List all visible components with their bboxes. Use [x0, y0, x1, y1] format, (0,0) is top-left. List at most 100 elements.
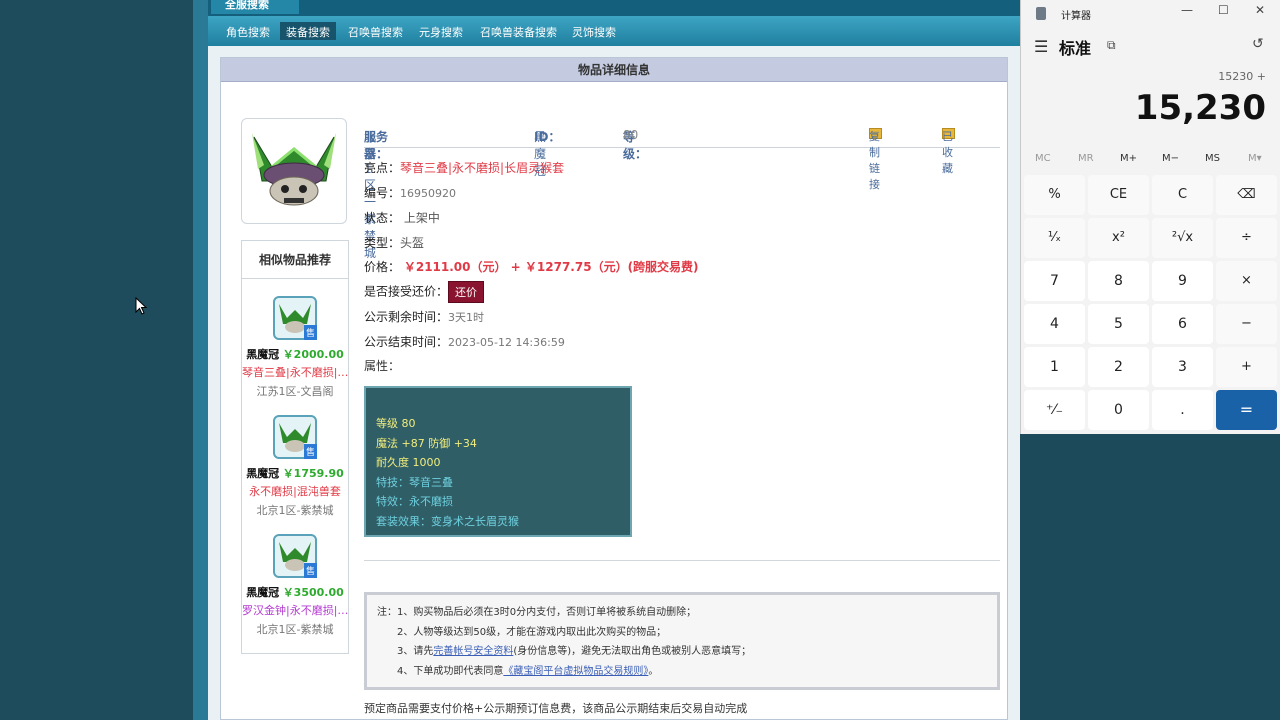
notice-line-1: 注：1、购买物品后必须在3时0分内支付，否则订单将被系统自动删除；: [377, 607, 697, 618]
price-row: 价格： ￥2111.00（元） + ￥1277.75（元）(跨服交易费): [364, 260, 699, 274]
mouse-cursor-icon: [135, 297, 147, 315]
number-row: 编号：16950920: [364, 186, 457, 200]
attr-set: 套装效果：变身术之长眉灵猴: [376, 514, 519, 528]
hamburger-menu-icon[interactable]: ☰: [1034, 37, 1048, 56]
search-nav: 角色搜索 装备搜索 召唤兽搜索 元身搜索 召唤兽装备搜索 灵饰搜索: [208, 16, 1020, 46]
footer-note: 预定商品需要支付价格+公示期预订信息费，该商品公示期结束后交易自动完成: [364, 702, 748, 715]
sqrt-button[interactable]: ²√x: [1152, 218, 1213, 258]
maximize-icon[interactable]: ☐: [1218, 3, 1229, 17]
add-button[interactable]: +: [1216, 347, 1277, 387]
helmet-icon: [252, 133, 336, 206]
negate-button[interactable]: ⁺⁄₋: [1024, 390, 1085, 430]
similar-price: ￥1759.90: [282, 467, 344, 480]
calculator-window: 计算器 — ☐ ✕ ☰ 标准 ⧉ ↺ 15230 + 15,230 MC MR …: [1020, 0, 1280, 434]
similar-tags: 永不磨损|混沌兽套: [249, 485, 341, 498]
keep-on-top-icon[interactable]: ⧉: [1107, 38, 1116, 53]
memory-recall-button[interactable]: MR: [1078, 153, 1094, 164]
memory-store-button[interactable]: MS: [1205, 153, 1220, 164]
decimal-button[interactable]: .: [1152, 390, 1213, 430]
close-icon[interactable]: ✕: [1255, 3, 1265, 17]
attribute-box: 等级 80 魔法 +87 防御 +34 耐久度 1000 特技：琴音三叠 特效：…: [364, 386, 632, 537]
top-bar: 全服搜索: [208, 0, 1020, 16]
desktop-background-left: [0, 0, 193, 720]
similar-item[interactable]: 售 黑魔冠 ￥2000.00 琴音三叠|永不磨损|… 江苏1区-文昌阁: [242, 296, 348, 406]
haggle-button[interactable]: 还价: [448, 281, 485, 303]
digit-1-button[interactable]: 1: [1024, 347, 1085, 387]
clear-button[interactable]: C: [1152, 175, 1213, 215]
similar-item[interactable]: 售 黑魔冠 ￥3500.00 罗汉金钟|永不磨损|… 北京1区-紫禁城: [242, 534, 348, 644]
equals-button[interactable]: =: [1216, 390, 1277, 430]
calculator-mode: 标准: [1059, 39, 1092, 58]
nav-ornament-search[interactable]: 灵饰搜索: [566, 22, 622, 40]
notice-box: 注：1、购买物品后必须在3时0分内支付，否则订单将被系统自动删除； 2、人物等级…: [364, 592, 1000, 690]
divide-button[interactable]: ÷: [1216, 218, 1277, 258]
digit-3-button[interactable]: 3: [1152, 347, 1213, 387]
helmet-icon[interactable]: 售: [273, 415, 317, 459]
digit-4-button[interactable]: 4: [1024, 304, 1085, 344]
memory-clear-button[interactable]: MC: [1035, 153, 1051, 164]
end-row: 公示结束时间：2023-05-12 14:36:59: [364, 335, 565, 349]
similar-items: 相似物品推荐 售 黑魔冠 ￥2000.00 琴音三叠|永不磨损|… 江苏1区-文…: [241, 240, 349, 654]
memory-subtract-button[interactable]: M−: [1162, 153, 1179, 164]
level-value: 80: [623, 128, 639, 142]
digit-6-button[interactable]: 6: [1152, 304, 1213, 344]
highlight-row: 亮点：琴音三叠|永不磨损|长眉灵猴套: [364, 161, 565, 175]
digit-5-button[interactable]: 5: [1088, 304, 1149, 344]
similar-name: 黑魔冠: [246, 586, 280, 599]
status-value: 上架中: [403, 211, 440, 225]
square-button[interactable]: x²: [1088, 218, 1149, 258]
similar-item[interactable]: 售 黑魔冠 ￥1759.90 永不磨损|混沌兽套 北京1区-紫禁城: [242, 415, 348, 525]
digit-9-button[interactable]: 9: [1152, 261, 1213, 301]
trade-rules-link[interactable]: 《藏宝阁平台虚拟物品交易规则》: [503, 666, 648, 677]
digit-2-button[interactable]: 2: [1088, 347, 1149, 387]
nav-pet-search[interactable]: 召唤兽搜索: [342, 22, 409, 40]
similar-server: 江苏1区-文昌阁: [256, 385, 334, 398]
minimize-icon[interactable]: —: [1181, 3, 1193, 17]
similar-title: 相似物品推荐: [242, 241, 348, 279]
remain-row: 公示剩余时间：3天1时: [364, 310, 485, 324]
clear-entry-button[interactable]: CE: [1088, 175, 1149, 215]
attr-skill: 特技：琴音三叠: [376, 475, 453, 489]
highlight-value: 琴音三叠|永不磨损|长眉灵猴套: [400, 161, 565, 175]
panel-title: 物品详细信息: [221, 58, 1007, 82]
nav-yuanshen-search[interactable]: 元身搜索: [413, 22, 469, 40]
reciprocal-button[interactable]: ¹⁄ₓ: [1024, 218, 1085, 258]
helmet-icon[interactable]: 售: [273, 534, 317, 578]
security-info-link[interactable]: 完善帐号安全资料: [433, 646, 513, 657]
calculator-expression: 15230 +: [1218, 70, 1266, 83]
history-icon[interactable]: ↺: [1252, 36, 1264, 52]
similar-price: ￥3500.00: [282, 586, 344, 599]
percent-button[interactable]: %: [1024, 175, 1085, 215]
similar-server: 北京1区-紫禁城: [256, 623, 334, 636]
notice-line-3: 3、请先完善帐号安全资料(身份信息等)，避免无法取出角色或被别人恶意填写；: [397, 646, 752, 657]
remain-value: 3天1时: [448, 311, 485, 324]
memory-add-button[interactable]: M+: [1120, 153, 1137, 164]
digit-7-button[interactable]: 7: [1024, 261, 1085, 301]
divider: [364, 560, 1000, 561]
top-tab[interactable]: 全服搜索: [211, 0, 299, 14]
attr-level: 等级 80: [376, 417, 416, 430]
sale-badge: 售: [303, 325, 317, 340]
nav-equip-search[interactable]: 装备搜索: [280, 22, 336, 40]
similar-price: ￥2000.00: [282, 348, 344, 361]
calculator-icon: [1036, 7, 1046, 20]
backspace-button[interactable]: ⌫: [1216, 175, 1277, 215]
number-value: 16950920: [400, 187, 457, 200]
memory-list-button[interactable]: M▾: [1248, 153, 1262, 164]
page-area: 全服搜索 角色搜索 装备搜索 召唤兽搜索 元身搜索 召唤兽装备搜索 灵饰搜索 物…: [208, 0, 1020, 720]
similar-tags: 罗汉金钟|永不磨损|…: [242, 604, 348, 617]
digit-8-button[interactable]: 8: [1088, 261, 1149, 301]
item-header-info: 服务器： 北京1区一紫禁城 ID： 黑魔冠 等级： 80 复制链接 已收藏: [364, 120, 1000, 260]
digit-0-button[interactable]: 0: [1088, 390, 1149, 430]
desktop-background-right: [1020, 434, 1280, 720]
helmet-icon[interactable]: 售: [273, 296, 317, 340]
nav-role-search[interactable]: 角色搜索: [220, 22, 276, 40]
similar-name: 黑魔冠: [246, 348, 280, 361]
subtract-button[interactable]: −: [1216, 304, 1277, 344]
multiply-button[interactable]: ×: [1216, 261, 1277, 301]
attr-magic: 魔法 +87 防御 +34: [376, 436, 477, 450]
browser-window: 全服搜索 角色搜索 装备搜索 召唤兽搜索 元身搜索 召唤兽装备搜索 灵饰搜索 物…: [193, 0, 1020, 720]
similar-server: 北京1区-紫禁城: [256, 504, 334, 517]
nav-pet-equip-search[interactable]: 召唤兽装备搜索: [474, 22, 563, 40]
item-detail-panel: 物品详细信息 相似物品推荐 售 黑魔冠 ￥2000.00 琴音三叠|永不磨损|……: [220, 57, 1008, 720]
